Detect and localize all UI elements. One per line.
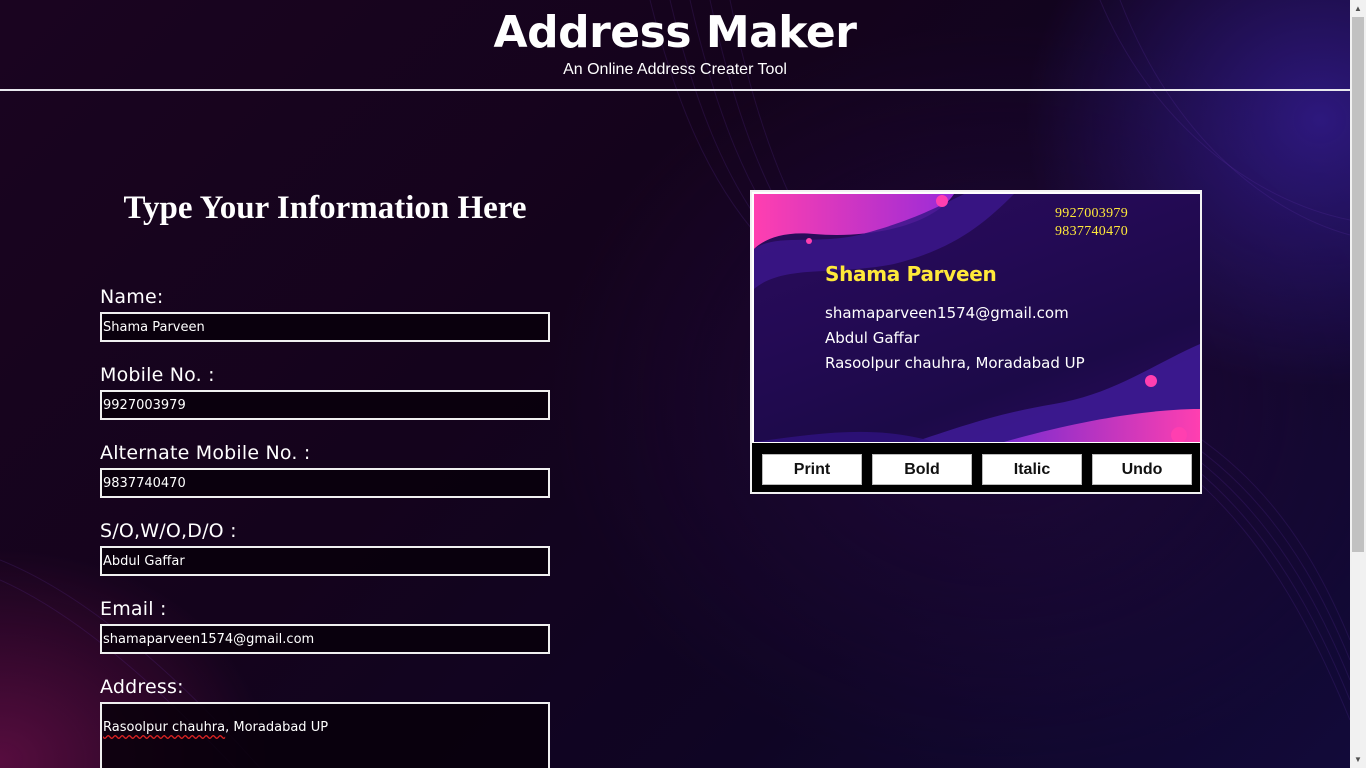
address-textarea[interactable]: Rasoolpur chauhra, Moradabad UP [100, 702, 550, 768]
scrollbar-thumb[interactable] [1352, 17, 1364, 552]
address-label: Address: [100, 676, 184, 698]
mobile-label: Mobile No. : [100, 364, 215, 386]
email-input[interactable] [100, 624, 550, 654]
mobile-input[interactable] [100, 390, 550, 420]
address-text-misspelled: Rasoolpur chauhra [103, 720, 226, 735]
name-input[interactable] [100, 312, 550, 342]
app-title: Address Maker [493, 7, 857, 58]
address-card-panel: 9927003979 9837740470 Shama Parveen sham… [750, 190, 1202, 494]
undo-button[interactable]: Undo [1092, 454, 1192, 485]
site-header: Address Maker An Online Address Creater … [0, 0, 1350, 91]
card-mobile: 9927003979 [1055, 206, 1128, 221]
card-alt-mobile: 9837740470 [1055, 224, 1128, 239]
card-relation: Abdul Gaffar [825, 329, 920, 347]
alt-mobile-label: Alternate Mobile No. : [100, 442, 311, 464]
scroll-up-arrow-icon[interactable]: ▲ [1350, 0, 1366, 17]
bold-button[interactable]: Bold [872, 454, 972, 485]
email-label: Email : [100, 598, 167, 620]
form-heading: Type Your Information Here [123, 190, 527, 226]
address-card-preview: 9927003979 9837740470 Shama Parveen sham… [754, 194, 1200, 442]
scroll-down-arrow-icon[interactable]: ▼ [1350, 751, 1366, 768]
print-button[interactable]: Print [762, 454, 862, 485]
italic-button[interactable]: Italic [982, 454, 1082, 485]
name-label: Name: [100, 286, 164, 308]
alt-mobile-input[interactable] [100, 468, 550, 498]
page-scrollbar[interactable]: ▲ ▼ [1350, 0, 1366, 768]
app-subtitle: An Online Address Creater Tool [563, 61, 787, 78]
card-button-bar: Print Bold Italic Undo [752, 442, 1200, 492]
card-name: Shama Parveen [825, 262, 997, 286]
relation-input[interactable] [100, 546, 550, 576]
card-address: Rasoolpur chauhra, Moradabad UP [825, 354, 1085, 372]
address-text-rest: , Moradabad UP [225, 720, 329, 735]
relation-label: S/O,W/O,D/O : [100, 520, 237, 542]
card-email: shamaparveen1574@gmail.com [825, 304, 1069, 322]
